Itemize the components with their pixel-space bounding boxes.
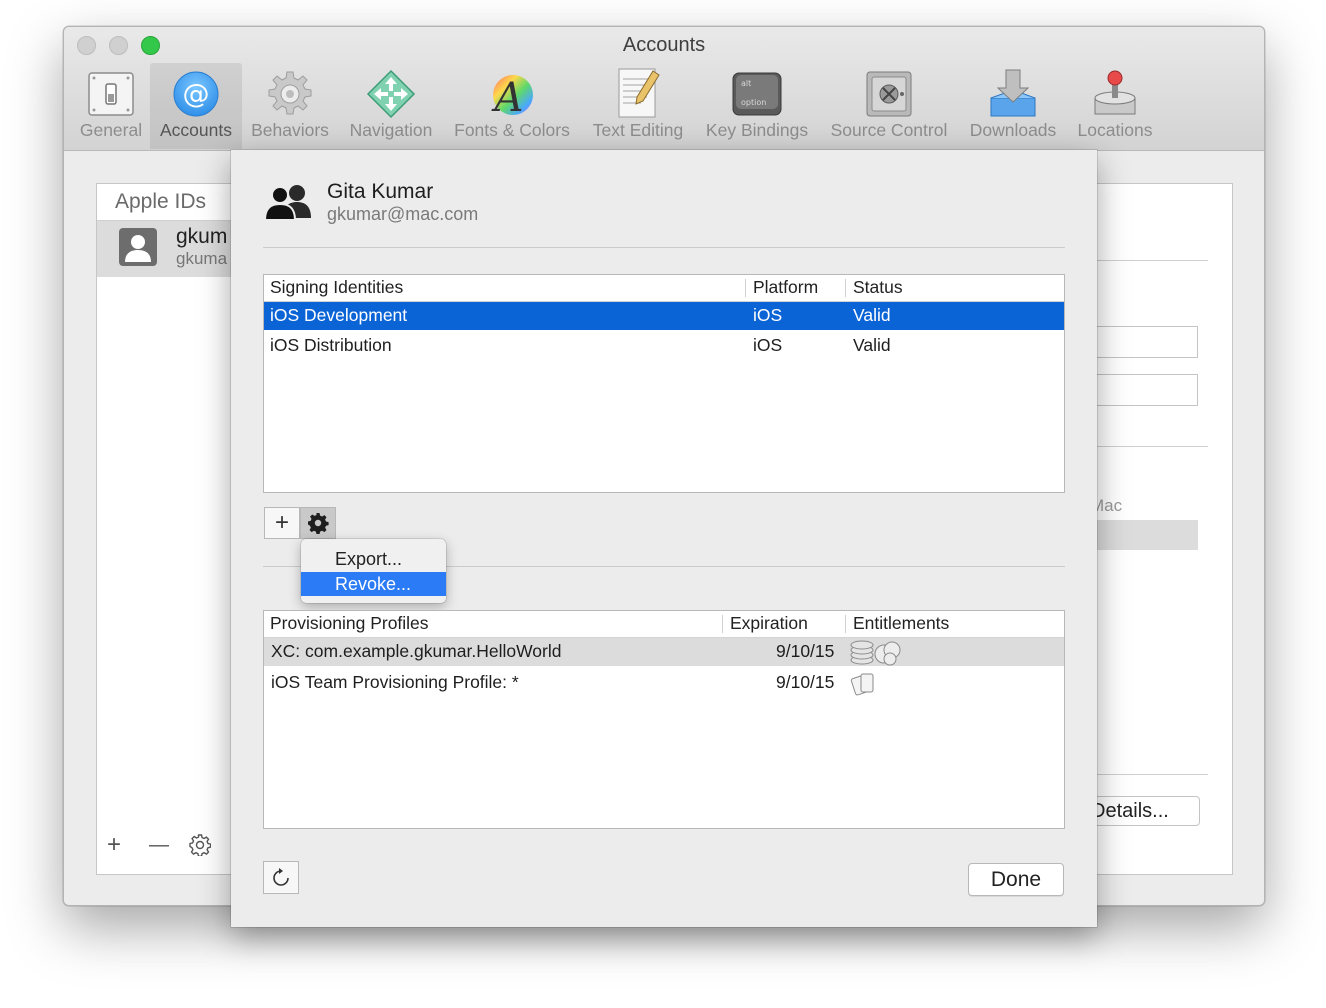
account-email: gkumar@mac.com [327,204,479,224]
column-separator [745,279,746,297]
account-details-sheet: Gita Kumar gkumar@mac.com Signing Identi… [231,150,1097,927]
toolbar-label: Accounts [160,120,232,140]
account-name: Gita Kumar [327,180,434,203]
detail-row[interactable] [1090,520,1198,550]
gear-icon [308,513,329,534]
divider [263,247,1065,248]
plus-icon: + [274,509,289,536]
pencil-document-icon [618,68,660,118]
toolbar-label: Downloads [969,120,1057,140]
safe-icon [866,71,912,117]
export-menu-item[interactable]: Export... [301,547,446,571]
switch-icon [88,72,134,116]
provisioning-profiles-table: Provisioning Profiles Expiration Entitle… [263,610,1065,829]
refresh-icon [273,867,289,886]
add-account-button[interactable]: + [107,832,121,858]
toolbar-label: Source Control [830,120,948,140]
toolbar-general[interactable]: General [76,63,146,149]
identity-name: iOS Distribution [270,335,392,355]
download-box-icon [990,69,1036,117]
table-row[interactable]: iOS Distribution iOS Valid [264,332,1064,360]
details-button[interactable]: Details... [1080,796,1200,826]
toolbar-source-control[interactable]: Source Control [826,63,952,149]
table-row[interactable]: XC: com.example.gkumar.HelloWorld 9/10/1… [264,638,1064,666]
account-options-button[interactable] [189,834,212,862]
identity-context-menu: Export... Revoke... [301,539,446,603]
toolbar-behaviors[interactable]: Behaviors [250,63,330,149]
joystick-icon [1094,70,1136,115]
team-icon [263,184,315,225]
table-header: Signing Identities Platform Status [264,275,1064,302]
toolbar-label: Key Bindings [705,120,809,140]
profile-expiration: 9/10/15 [776,672,835,692]
table-header: Provisioning Profiles Expiration Entitle… [264,611,1064,638]
column-header[interactable]: Provisioning Profiles [270,613,429,634]
refresh-button[interactable] [263,861,299,894]
toolbar-fonts-colors[interactable]: A Fonts & Colors [450,63,574,149]
detail-field[interactable] [1090,374,1198,406]
toolbar-label: Navigation [349,120,433,140]
gear-icon [268,71,312,115]
toolbar-navigation[interactable]: Navigation [346,63,436,149]
gear-outline-icon [189,834,212,857]
identity-status: Valid [853,305,891,325]
toolbar-text-editing[interactable]: Text Editing [588,63,688,149]
column-header[interactable]: Entitlements [853,613,949,634]
column-separator [845,279,846,297]
svg-text:option: option [741,98,766,107]
identity-platform: iOS [753,305,783,325]
remove-account-button[interactable]: — [149,832,169,858]
toolbar-downloads[interactable]: Downloads [966,63,1060,149]
apple-id-name: gkum [176,225,228,248]
apple-id-email: gkuma [176,249,228,268]
navigation-arrows-icon [366,69,416,119]
keyboard-key-icon: alt option [732,72,782,116]
apple-ids-header: Apple IDs [115,190,207,213]
toolbar-label: Text Editing [592,120,684,140]
profile-expiration: 9/10/15 [776,641,835,661]
profile-name: iOS Team Provisioning Profile: * [271,672,519,692]
table-row[interactable]: iOS Team Provisioning Profile: * 9/10/15 [264,669,1064,697]
toolbar-accounts[interactable]: @ Accounts [150,63,242,149]
identity-status: Valid [853,335,891,355]
account-detail-panel: Mac Details... [1080,183,1233,875]
divider [1090,260,1208,261]
at-sign-icon: @ [173,71,219,117]
title-bar: Accounts General @ Accounts Behaviors Na… [64,27,1264,151]
identity-action-button[interactable] [300,507,336,539]
divider [1090,446,1208,447]
svg-text:alt: alt [741,79,751,88]
table-row[interactable]: iOS Development iOS Valid [264,302,1064,330]
window-title: Accounts [622,34,706,56]
revoke-menu-item[interactable]: Revoke... [301,572,446,596]
cards-icon [850,671,878,702]
column-separator [845,615,846,633]
detail-field[interactable] [1090,326,1198,358]
toolbar-label: Behaviors [251,120,329,140]
signing-identities-table: Signing Identities Platform Status iOS D… [263,274,1065,493]
identity-name: iOS Development [270,305,408,325]
column-header[interactable]: Expiration [730,613,808,634]
database-services-icon [850,640,902,671]
column-header[interactable]: Status [853,277,903,298]
user-avatar-icon [119,228,157,266]
toolbar-key-bindings[interactable]: alt option Key Bindings [702,63,812,149]
column-header[interactable]: Platform [753,277,818,298]
profile-name: XC: com.example.gkumar.HelloWorld [271,641,562,661]
add-identity-button[interactable]: + [264,507,300,539]
column-header[interactable]: Signing Identities [270,277,403,298]
divider [1090,774,1208,775]
identity-platform: iOS [753,335,783,355]
toolbar-label: Locations [1077,120,1153,140]
toolbar-locations[interactable]: Locations [1074,63,1156,149]
done-button[interactable]: Done [968,863,1064,896]
font-color-icon: A [491,75,533,119]
svg-text:A: A [491,75,524,119]
column-separator [722,615,723,633]
toolbar-label: Fonts & Colors [454,120,570,140]
svg-text:@: @ [183,79,210,110]
